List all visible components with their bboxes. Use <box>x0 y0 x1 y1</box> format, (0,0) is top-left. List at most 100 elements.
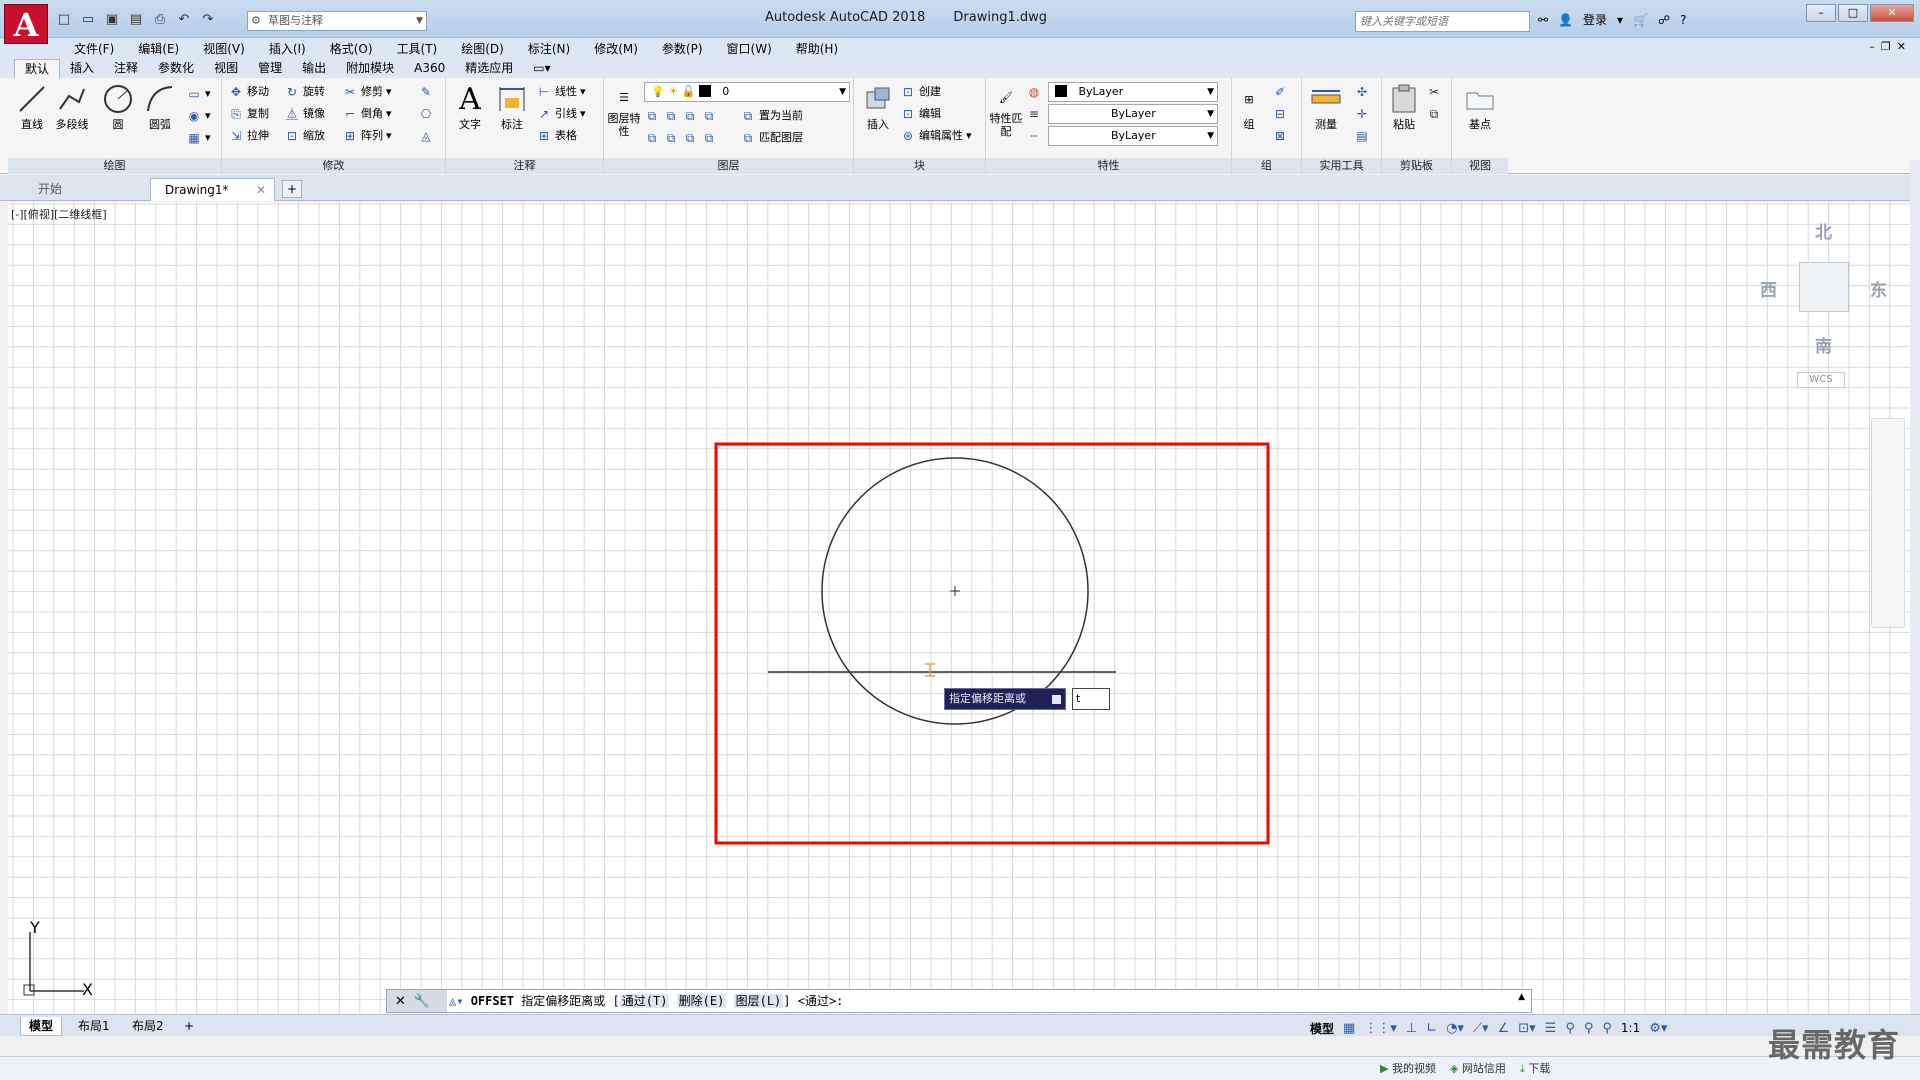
menu-help[interactable]: 帮助(H) <box>784 40 850 57</box>
video-link[interactable]: ▶ 我的视频 <box>1380 1060 1436 1076</box>
tab-model[interactable]: 模型 <box>20 1017 63 1036</box>
print-icon[interactable]: ⎙ <box>150 10 170 28</box>
quick-select-icon[interactable]: ✣ <box>1354 82 1370 102</box>
polar-icon[interactable]: ◔▾ <box>1446 1021 1464 1036</box>
layer-dropdown[interactable]: 💡 ☀ 🔓 0 ▼ <box>644 82 850 102</box>
panel-layers-title[interactable]: 图层 <box>604 158 853 174</box>
boundary-icon[interactable]: ▦ ▾ <box>186 128 210 148</box>
explode-icon[interactable]: ⎔ <box>418 104 434 124</box>
cut-icon[interactable]: ✂ <box>1426 82 1442 102</box>
close-icon[interactable]: ✕ <box>256 179 266 201</box>
cart-icon[interactable]: 🛒 <box>1633 13 1648 27</box>
option-layer[interactable]: 图层(L) <box>733 994 784 1008</box>
annotation-visibility-icon[interactable]: ⚲ <box>1565 1021 1575 1036</box>
navigation-bar[interactable] <box>1871 418 1905 628</box>
move-button[interactable]: ✥ 移动 <box>228 82 269 102</box>
insert-block-button[interactable]: 插入 <box>858 82 898 132</box>
login-button[interactable]: 登录 <box>1583 11 1607 28</box>
panel-properties-title[interactable]: 特性 <box>986 158 1231 174</box>
panel-block-title[interactable]: 块 <box>854 158 985 174</box>
infer-icon[interactable]: ⊥ <box>1406 1021 1417 1036</box>
tab-annotate[interactable]: 注释 <box>104 59 148 78</box>
close-button[interactable]: ✕ <box>1870 4 1914 22</box>
polyline-button[interactable]: 多段线 <box>52 82 92 132</box>
menu-insert[interactable]: 插入(I) <box>257 40 318 57</box>
model-space-button[interactable]: 模型 <box>1310 1020 1334 1037</box>
search-input[interactable]: 键入关键字或短语 <box>1355 11 1530 32</box>
ortho-icon[interactable]: ∟ <box>1426 1021 1437 1036</box>
stretch-button[interactable]: ⇲ 拉伸 <box>228 126 269 146</box>
download-link[interactable]: ⤓ 下载 <box>1520 1060 1550 1076</box>
tab-manage[interactable]: 管理 <box>248 59 292 78</box>
maximize-button[interactable]: □ <box>1838 4 1868 22</box>
calculator-icon[interactable]: ▤ <box>1354 126 1370 146</box>
viewcube-west[interactable]: 西 <box>1760 276 1777 301</box>
menu-edit[interactable]: 编辑(E) <box>126 40 191 57</box>
tab-output[interactable]: 输出 <box>292 59 336 78</box>
match-layer-button[interactable]: ⧉ 匹配图层 <box>740 128 803 148</box>
option-through[interactable]: 通过(T) <box>619 994 670 1008</box>
object-snap-icon[interactable]: ⊡▾ <box>1518 1021 1535 1036</box>
drawing-canvas[interactable]: [-][俯视][二维线框] Y X <box>8 202 1910 1014</box>
lineweight-dropdown[interactable]: ByLayer ▼ <box>1048 104 1218 124</box>
hatch-icon[interactable]: ◉ ▾ <box>186 106 211 126</box>
panel-view-title[interactable]: 视图 <box>1452 158 1508 174</box>
object-snap-tracking-icon[interactable]: ∠ <box>1498 1021 1510 1036</box>
save-as-icon[interactable]: ▤ <box>126 10 146 28</box>
color-dropdown[interactable]: ByLayer ▼ <box>1048 82 1218 102</box>
tab-featured-apps[interactable]: 精选应用 <box>455 59 523 78</box>
match-properties-button[interactable]: 🖌 特性匹配 <box>988 82 1024 139</box>
tab-layout2[interactable]: 布局2 <box>124 1017 172 1036</box>
fillet-button[interactable]: ⌐ 倒角 ▾ <box>342 104 392 124</box>
dimension-button[interactable]: 标注 <box>492 82 532 132</box>
erase-icon[interactable]: ✎ <box>418 82 434 102</box>
settings-gear-icon[interactable]: ⚙▾ <box>1649 1021 1667 1036</box>
chevron-down-icon[interactable]: ▾ <box>1617 13 1623 27</box>
annotation-scale-value[interactable]: 1:1 <box>1621 1021 1640 1035</box>
app-logo[interactable]: A <box>4 4 48 44</box>
lineweight-icon[interactable]: ≡ <box>1026 104 1042 124</box>
credit-link[interactable]: ◈ 网站信用 <box>1450 1060 1506 1076</box>
viewcube-east[interactable]: 东 <box>1870 276 1887 301</box>
copy-clip-icon[interactable]: ⧉ <box>1426 104 1442 124</box>
close-icon[interactable]: ✕ <box>395 994 406 1009</box>
viewcube-north[interactable]: 北 <box>1815 218 1832 243</box>
base-point-button[interactable]: 基点 <box>1460 82 1500 132</box>
leader-button[interactable]: ↗ 引线 ▾ <box>536 104 586 124</box>
viewcube-face[interactable] <box>1799 262 1849 312</box>
menu-view[interactable]: 视图(V) <box>191 40 257 57</box>
exchange-icon[interactable]: ☍ <box>1658 13 1670 27</box>
measure-button[interactable]: 测量 <box>1306 82 1346 132</box>
menu-tools[interactable]: 工具(T) <box>385 40 450 57</box>
command-line[interactable]: ✕ 🔧 ◬▾ OFFSET 指定偏移距离或 [通过(T) 删除(E) 图层(L)… <box>386 989 1532 1013</box>
panel-utilities-title[interactable]: 实用工具 <box>1302 158 1381 174</box>
group-button[interactable]: ⊞ 组 <box>1234 82 1264 132</box>
panel-annotate-title[interactable]: 注释 <box>446 158 603 174</box>
layer-tools-row1[interactable]: ⧉ ⧉ ⧉ ⧉ <box>644 106 717 126</box>
viewcube-south[interactable]: 南 <box>1815 332 1832 357</box>
table-button[interactable]: ⊞ 表格 <box>536 126 577 146</box>
set-current-button[interactable]: ⧉ 置为当前 <box>740 106 803 126</box>
dynamic-input-field[interactable]: t <box>1072 688 1110 710</box>
mdi-controls[interactable]: –❐✕ <box>1869 40 1912 53</box>
color-wheel-icon[interactable]: ◍ <box>1026 82 1042 102</box>
linetype-dropdown[interactable]: ByLayer ▼ <box>1048 126 1218 146</box>
line-button[interactable]: 直线 <box>12 82 52 132</box>
annotation-scale-icon[interactable]: ⚲ <box>1602 1021 1612 1036</box>
add-layout-button[interactable]: + <box>176 1017 202 1036</box>
ribbon-toggle-icon[interactable]: ▭▾ <box>523 59 560 78</box>
chevron-up-icon[interactable]: ▲ <box>1518 992 1525 1002</box>
wrench-icon[interactable]: 🔧 <box>414 994 430 1009</box>
scale-button[interactable]: ⊡ 缩放 <box>284 126 325 146</box>
snap-icon[interactable]: ⋮⋮▾ <box>1364 1021 1397 1036</box>
help-icon[interactable]: ? <box>1680 13 1686 27</box>
layer-tools-row2[interactable]: ⧉ ⧉ ⧉ ⧉ <box>644 128 717 148</box>
grid-icon[interactable]: ▦ <box>1343 1021 1355 1036</box>
tab-layout1[interactable]: 布局1 <box>70 1017 118 1036</box>
circle-button[interactable]: 圆 <box>98 82 138 132</box>
text-button[interactable]: A 文字 <box>450 82 490 132</box>
options-arrow-icon[interactable] <box>1052 695 1061 704</box>
rectangle-icon[interactable]: ▭ ▾ <box>186 84 210 104</box>
layer-properties-button[interactable]: ☰ 图层特性 <box>606 82 642 139</box>
menu-dimension[interactable]: 标注(N) <box>516 40 582 57</box>
